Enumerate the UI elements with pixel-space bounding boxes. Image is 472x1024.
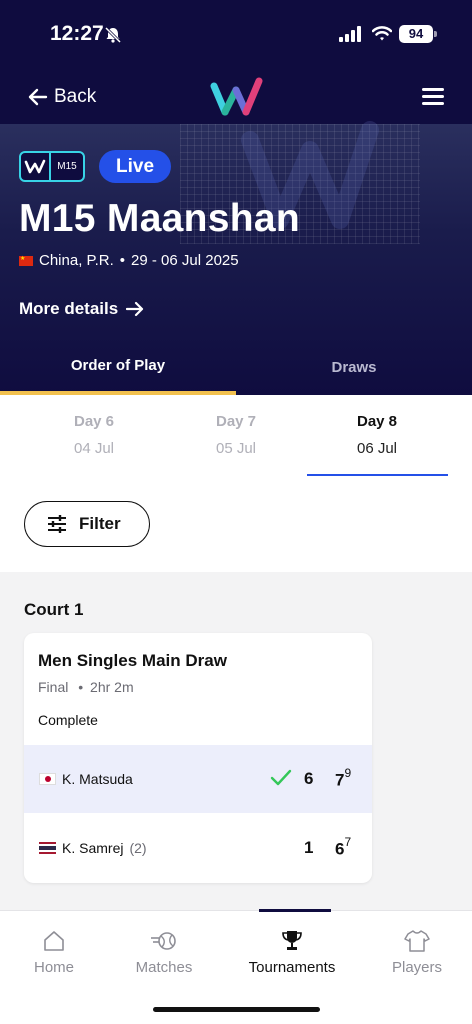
arrow-right-icon <box>126 301 144 317</box>
player-name: K. Samrej <box>62 840 124 856</box>
match-duration: 2hr 2m <box>90 679 134 695</box>
day-date: 05 Jul <box>215 440 257 457</box>
tournament-name: M15 Maanshan <box>19 197 301 240</box>
match-status: Complete <box>38 712 98 728</box>
nav-tournaments[interactable]: Tournaments <box>242 929 342 976</box>
tournament-dates: 29 - 06 Jul 2025 <box>131 252 239 269</box>
top-nav: Back <box>0 74 472 124</box>
home-indicator <box>153 1007 320 1012</box>
tour-logo-icon <box>21 153 51 180</box>
tournament-info: China, P.R. • 29 - 06 Jul 2025 <box>19 252 239 269</box>
trophy-icon <box>282 931 302 950</box>
day-tab-6[interactable]: Day 6 04 Jul <box>24 413 164 457</box>
day-date: 06 Jul <box>356 440 398 457</box>
day-date: 04 Jul <box>73 440 115 457</box>
tiebreak-score: 9 <box>344 765 352 780</box>
wifi-icon <box>372 26 392 41</box>
arrow-left-icon <box>28 88 48 106</box>
sliders-icon <box>48 515 66 533</box>
nav-matches[interactable]: Matches <box>114 929 214 976</box>
back-button[interactable]: Back <box>28 86 96 108</box>
japan-flag-icon <box>39 773 56 785</box>
filter-button[interactable]: Filter <box>24 501 150 547</box>
day-selector: Day 6 04 Jul Day 7 05 Jul Day 8 06 Jul <box>0 395 472 477</box>
shirt-icon <box>404 930 430 952</box>
day-label: Day 8 <box>356 413 398 430</box>
set2-score: 67 <box>335 834 352 860</box>
nav-players[interactable]: Players <box>367 929 467 976</box>
back-label: Back <box>54 86 97 107</box>
player-seed: (2) <box>129 840 147 856</box>
nav-label: Tournaments <box>248 959 336 976</box>
meta-separator: • <box>78 679 84 695</box>
nav-label: Home <box>33 959 74 976</box>
more-details-link[interactable]: More details <box>19 299 144 319</box>
tournament-tabs: Order of Play Draws <box>0 340 472 395</box>
set1-score: 6 <box>304 769 314 788</box>
winner-check-icon <box>270 769 292 786</box>
active-tab-indicator <box>259 909 331 912</box>
tournament-header: 12:27 94 Back M15 Live M15 Maanshan ★ Ch… <box>0 0 472 395</box>
status-time: 12:27 <box>50 22 104 45</box>
nav-label: Players <box>391 959 443 976</box>
day-tab-8[interactable]: Day 8 06 Jul <box>307 413 447 457</box>
tournament-level-badge: M15 <box>19 151 85 182</box>
player-row: K. Samrej (2) 1 67 <box>24 814 372 882</box>
set1-score: 1 <box>304 838 314 857</box>
more-details-label: More details <box>19 299 119 318</box>
live-badge: Live <box>99 150 172 183</box>
thailand-flag-icon <box>39 842 56 854</box>
match-meta: Final • 2hr 2m <box>38 679 134 695</box>
tab-draws[interactable]: Draws <box>236 340 472 395</box>
itf-world-tennis-tour-logo <box>210 77 263 116</box>
filter-label: Filter <box>79 514 121 533</box>
match-event: Men Singles Main Draw <box>38 651 227 670</box>
day-label: Day 6 <box>73 413 115 430</box>
bell-slash-icon <box>104 26 122 44</box>
match-card[interactable]: Men Singles Main Draw Final • 2hr 2m Com… <box>24 633 372 883</box>
selected-day-indicator <box>307 474 448 476</box>
tournament-country: China, P.R. <box>39 252 114 269</box>
hamburger-menu-icon[interactable] <box>422 88 444 106</box>
info-separator: • <box>119 252 126 269</box>
battery-indicator: 94 <box>399 25 437 43</box>
cellular-signal-icon <box>339 26 361 42</box>
player-name: K. Matsuda <box>62 771 133 787</box>
home-icon <box>44 931 64 951</box>
set2-score: 79 <box>335 765 352 791</box>
status-bar: 12:27 94 <box>0 0 472 70</box>
nav-home[interactable]: Home <box>4 929 104 976</box>
tab-order-of-play[interactable]: Order of Play <box>0 340 236 395</box>
match-round: Final <box>38 679 69 695</box>
court-heading: Court 1 <box>24 600 84 619</box>
day-label: Day 7 <box>215 413 257 430</box>
day-tab-7[interactable]: Day 7 05 Jul <box>166 413 306 457</box>
tournament-badges: M15 Live <box>19 150 172 183</box>
china-flag-icon <box>19 255 33 266</box>
player-row-winner: K. Matsuda 6 79 <box>24 745 372 813</box>
tennis-ball-icon <box>151 932 176 950</box>
nav-label: Matches <box>135 959 193 976</box>
tiebreak-score: 7 <box>344 834 352 849</box>
tournament-level: M15 <box>57 161 77 172</box>
